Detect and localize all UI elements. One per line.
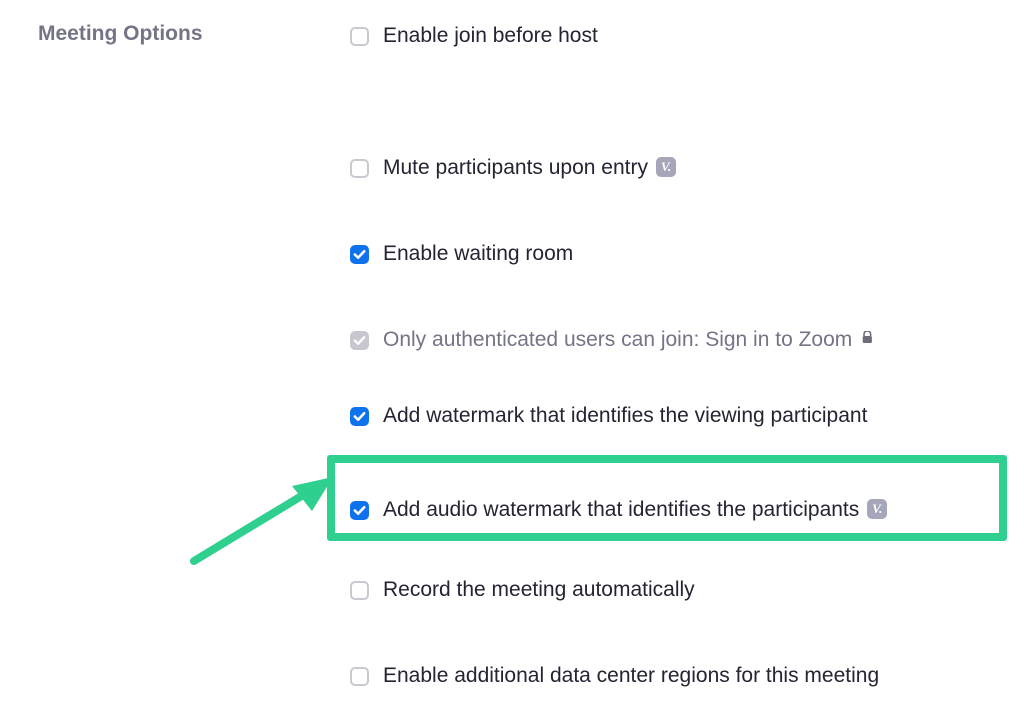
option-mute-participants: Mute participants upon entry V. — [350, 156, 1024, 180]
option-label: Enable waiting room — [383, 242, 573, 266]
option-label: Add audio watermark that identifies the … — [383, 498, 859, 522]
option-additional-data-center: Enable additional data center regions fo… — [350, 664, 1024, 688]
option-label: Enable join before host — [383, 24, 598, 48]
checkbox-record-automatically[interactable] — [350, 581, 369, 600]
option-add-watermark: Add watermark that identifies the viewin… — [350, 404, 1024, 428]
info-icon[interactable]: V. — [656, 157, 676, 177]
checkbox-enable-join-before-host[interactable] — [350, 27, 369, 46]
option-label: Mute participants upon entry — [383, 156, 648, 180]
option-label: Enable additional data center regions fo… — [383, 664, 879, 688]
meeting-options-list: Enable join before host Mute participant… — [350, 20, 1024, 688]
section-title: Meeting Options — [38, 20, 350, 48]
checkbox-enable-waiting-room[interactable] — [350, 245, 369, 264]
option-enable-waiting-room: Enable waiting room — [350, 242, 1024, 266]
option-label: Add watermark that identifies the viewin… — [383, 404, 867, 428]
checkbox-additional-data-center[interactable] — [350, 667, 369, 686]
option-enable-join-before-host: Enable join before host — [350, 24, 1024, 48]
option-only-authenticated: Only authenticated users can join: Sign … — [350, 328, 1024, 352]
checkbox-only-authenticated — [350, 331, 369, 350]
checkbox-add-audio-watermark[interactable] — [350, 501, 369, 520]
lock-icon — [862, 327, 873, 351]
checkbox-add-watermark[interactable] — [350, 407, 369, 426]
option-record-automatically: Record the meeting automatically — [350, 578, 1024, 602]
option-add-audio-watermark: Add audio watermark that identifies the … — [350, 498, 1024, 522]
option-label: Record the meeting automatically — [383, 578, 695, 602]
checkbox-mute-participants[interactable] — [350, 159, 369, 178]
info-icon[interactable]: V. — [867, 499, 887, 519]
option-label: Only authenticated users can join: Sign … — [383, 328, 852, 352]
